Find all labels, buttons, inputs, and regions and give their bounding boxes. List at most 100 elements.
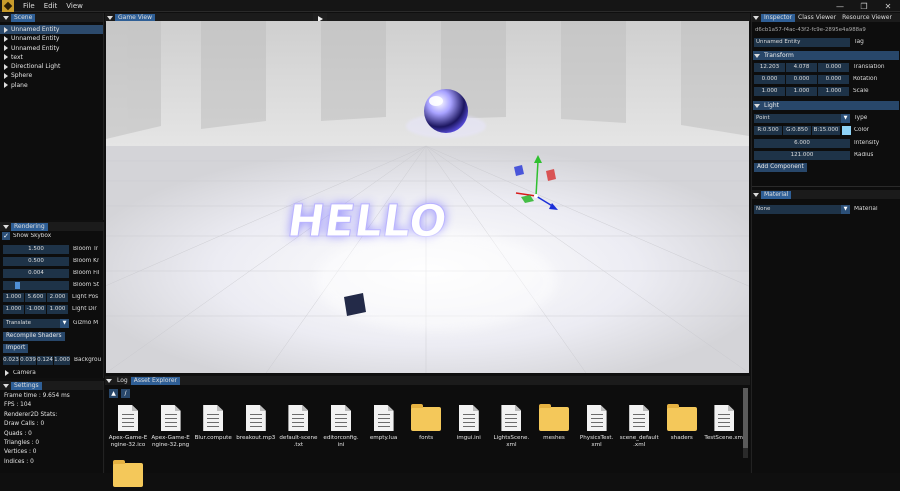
asset-item[interactable]: imgui.ini: [449, 405, 489, 442]
collapse-icon[interactable]: [3, 15, 9, 20]
maximize-icon[interactable]: ❐: [852, 2, 876, 11]
light-dir-x[interactable]: 1.000: [3, 304, 24, 314]
tab-scene[interactable]: Scene: [11, 13, 36, 22]
expand-icon[interactable]: [4, 63, 8, 70]
collapse-icon[interactable]: [3, 383, 9, 388]
camera-row[interactable]: Camera: [1, 368, 36, 378]
asset-item-partial[interactable]: [108, 460, 148, 491]
material-select[interactable]: None ▼: [754, 204, 850, 214]
intensity-field[interactable]: 6.000: [754, 138, 850, 148]
expand-icon[interactable]: [4, 35, 8, 42]
light-dir-z[interactable]: 1.000: [47, 304, 68, 314]
menu-view[interactable]: View: [66, 2, 83, 10]
up-arrow-icon[interactable]: ▲: [109, 389, 118, 398]
tab-rendering[interactable]: Rendering: [11, 222, 48, 231]
expand-icon[interactable]: [5, 370, 9, 376]
rotation-y[interactable]: 0.000: [786, 74, 817, 84]
asset-item[interactable]: LightsScene. xml: [491, 405, 531, 449]
scrollbar-thumb[interactable]: [743, 388, 748, 448]
background-b[interactable]: 0.124: [37, 355, 53, 365]
scene-item-plane[interactable]: plane: [0, 81, 103, 90]
game-viewport[interactable]: HELLO HELLO: [106, 21, 749, 373]
recompile-shaders-button[interactable]: Recompile Shaders: [3, 331, 65, 341]
menu-edit[interactable]: Edit: [44, 2, 58, 10]
scene-item-text[interactable]: text: [0, 53, 103, 62]
light-dir-y[interactable]: -1.000: [25, 304, 46, 314]
gizmo-mode-select[interactable]: Translate ▼: [3, 318, 69, 328]
expand-icon[interactable]: [4, 26, 8, 33]
radius-field[interactable]: 121.000: [754, 150, 850, 160]
bloom-knee-field[interactable]: 0.500: [3, 256, 69, 266]
light-pos-x[interactable]: 1.000: [3, 292, 24, 302]
tab-inspector[interactable]: Inspector: [761, 13, 795, 22]
light-pos-y[interactable]: 5.600: [25, 292, 46, 302]
scene-item-directional-light[interactable]: Directional Light: [0, 62, 103, 71]
tab-resource-viewer[interactable]: Resource Viewer: [839, 14, 895, 22]
asset-item[interactable]: editorconfig. ini: [321, 405, 361, 449]
scale-y[interactable]: 1.000: [786, 86, 817, 96]
add-component-button[interactable]: Add Component: [754, 162, 807, 172]
collapse-icon[interactable]: [753, 15, 759, 20]
rotation-z[interactable]: 0.000: [818, 74, 849, 84]
light-color-swatch[interactable]: [842, 125, 851, 135]
transform-header[interactable]: Transform: [753, 51, 899, 60]
entity-name-field[interactable]: Unnamed Entity: [754, 37, 850, 47]
translation-row: 12.203 4.078 0.000 Translation: [754, 62, 885, 72]
light-type-select[interactable]: Point ▼: [754, 113, 850, 123]
show-skybox-checkbox[interactable]: ✓: [2, 232, 10, 240]
collapse-icon[interactable]: [106, 378, 112, 383]
tab-asset-explorer[interactable]: Asset Explorer: [130, 376, 181, 385]
tab-class-viewer[interactable]: Class Viewer: [795, 14, 839, 22]
background-r[interactable]: 0.023: [3, 355, 19, 365]
path-root-button[interactable]: /: [121, 389, 130, 398]
bloom-filter-field[interactable]: 0.004: [3, 268, 69, 278]
tab-material[interactable]: Material: [761, 190, 792, 199]
asset-item[interactable]: empty.lua: [364, 405, 404, 442]
asset-item[interactable]: TestScene.xml: [704, 405, 745, 442]
asset-item[interactable]: Blur.compute: [193, 405, 233, 442]
scene-item-unnamed-entity-2[interactable]: Unnamed Entity: [0, 34, 103, 43]
asset-item[interactable]: Apex-Game-E ngine-32.png: [151, 405, 191, 449]
asset-scrollbar[interactable]: [743, 388, 748, 458]
import-button[interactable]: Import: [3, 343, 29, 353]
light-pos-z[interactable]: 2.000: [47, 292, 68, 302]
background-g[interactable]: 0.039: [20, 355, 36, 365]
tab-log[interactable]: Log: [114, 377, 131, 385]
translation-z[interactable]: 0.000: [818, 62, 849, 72]
scale-x[interactable]: 1.000: [754, 86, 785, 96]
expand-icon[interactable]: [4, 72, 8, 79]
light-color-g[interactable]: G:0.850: [783, 125, 811, 135]
light-color-r[interactable]: R:0.500: [754, 125, 782, 135]
asset-item[interactable]: scene_default .xml: [619, 405, 659, 449]
close-icon[interactable]: ✕: [876, 2, 900, 11]
asset-item[interactable]: meshes: [534, 404, 574, 442]
background-a[interactable]: 1.000: [54, 355, 70, 365]
scene-item-unnamed-entity-1[interactable]: Unnamed Entity: [0, 25, 103, 35]
asset-item[interactable]: default-scene .txt: [278, 405, 318, 449]
bloom-strength-slider[interactable]: [3, 280, 69, 290]
tab-settings[interactable]: Settings: [11, 381, 42, 390]
translation-x[interactable]: 12.203: [754, 62, 785, 72]
slider-grab[interactable]: [15, 281, 21, 289]
expand-icon[interactable]: [4, 54, 8, 61]
collapse-icon[interactable]: [107, 15, 113, 20]
scene-item-unnamed-entity-3[interactable]: Unnamed Entity: [0, 44, 103, 53]
rotation-x[interactable]: 0.000: [754, 74, 785, 84]
asset-item[interactable]: shaders: [662, 404, 702, 442]
expand-icon[interactable]: [4, 82, 8, 89]
asset-item[interactable]: fonts: [406, 404, 446, 442]
asset-item[interactable]: Apex-Game-E ngine-32.ico: [108, 405, 148, 449]
light-header[interactable]: Light: [753, 101, 899, 110]
light-color-b[interactable]: B:15.000: [812, 125, 840, 135]
minimize-icon[interactable]: —: [828, 2, 852, 11]
expand-icon[interactable]: [4, 45, 8, 52]
scene-item-sphere[interactable]: Sphere: [0, 71, 103, 80]
asset-item[interactable]: PhysicsTest. xml: [577, 405, 617, 449]
bloom-threshold-field[interactable]: 1.500: [3, 244, 69, 254]
translation-y[interactable]: 4.078: [786, 62, 817, 72]
collapse-icon[interactable]: [3, 224, 9, 229]
collapse-icon[interactable]: [753, 192, 759, 197]
scale-z[interactable]: 1.000: [818, 86, 849, 96]
menu-file[interactable]: File: [23, 2, 35, 10]
asset-item[interactable]: breakout.mp3: [236, 405, 276, 442]
